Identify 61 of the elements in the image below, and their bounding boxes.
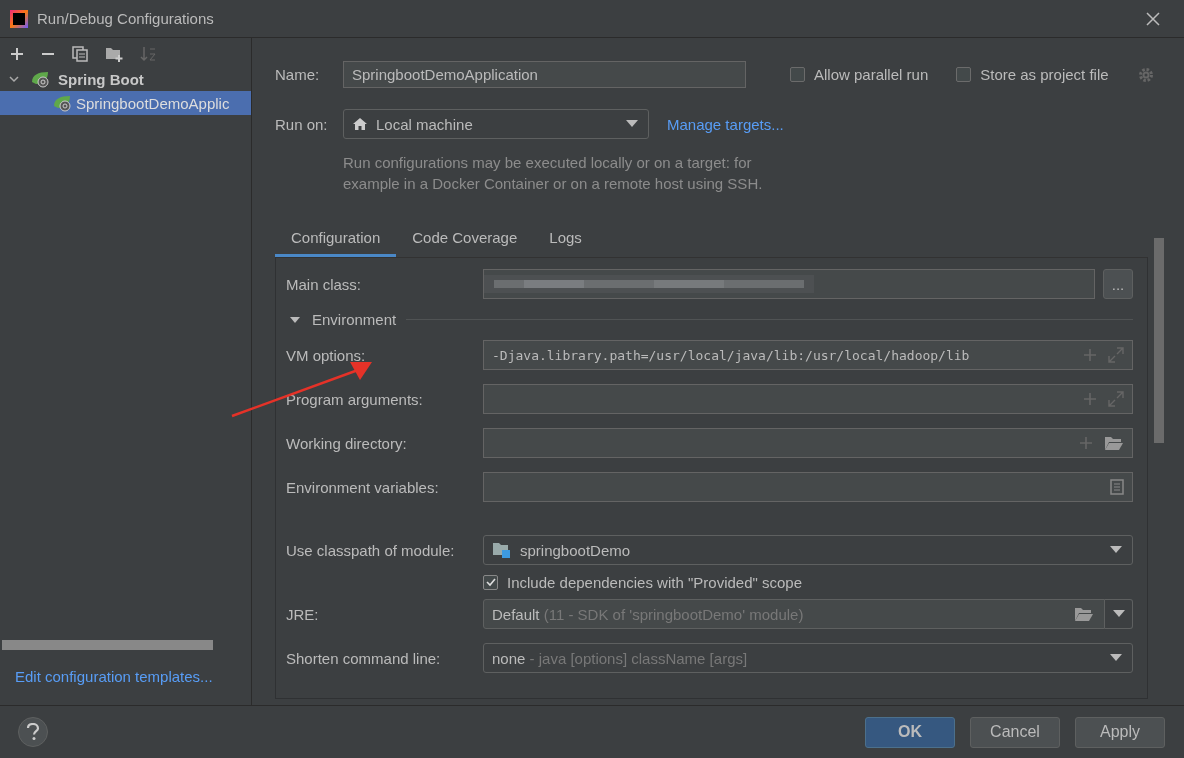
scrollbar[interactable] xyxy=(2,640,213,650)
field-label: VM options: xyxy=(286,346,367,364)
module-label: Use classpath of module: xyxy=(286,541,456,559)
checkbox[interactable]: Store as project file xyxy=(956,66,1109,83)
caret-icon xyxy=(1110,654,1122,662)
run-on-dropdown[interactable]: Local machine xyxy=(343,109,649,139)
main-class-field[interactable] xyxy=(483,269,1095,299)
help-button[interactable] xyxy=(18,717,48,747)
caret-icon xyxy=(290,314,300,325)
hint-text: Run configurations may be executed locally or on a target: for example in a Docker Container or on a remote host using SSH. xyxy=(343,153,764,194)
check-icon xyxy=(484,576,497,588)
new-folder-icon[interactable] xyxy=(105,45,123,62)
manage-targets-link[interactable]: Manage targets... xyxy=(667,115,784,133)
module-dropdown[interactable]: springbootDemo xyxy=(483,535,1133,565)
tab[interactable]: Configuration xyxy=(275,221,397,257)
expand-icon[interactable] xyxy=(1108,347,1124,363)
gear-icon[interactable] xyxy=(1136,65,1155,84)
checkbox[interactable]: Include dependencies with "Provided" scope xyxy=(483,573,802,591)
window-title: Run/Debug Configurations xyxy=(37,10,215,27)
close-icon[interactable] xyxy=(1146,11,1160,26)
scrollbar[interactable] xyxy=(1154,238,1164,443)
input-field[interactable] xyxy=(483,428,1133,458)
name-label: Name: xyxy=(275,66,321,83)
ok-button[interactable]: OK xyxy=(865,716,955,748)
caret-icon xyxy=(1112,610,1125,618)
copy-icon[interactable] xyxy=(72,45,88,62)
home-icon xyxy=(352,117,368,131)
input-field[interactable]: -Djava.library.path=/usr/local/java/lib:/usr/local/hadoop/lib xyxy=(483,340,1133,370)
input-field[interactable] xyxy=(483,472,1133,502)
dialog-button[interactable]: Apply xyxy=(1075,716,1165,748)
shorten-label: Shorten command line: xyxy=(286,649,442,667)
caret-icon xyxy=(626,120,638,128)
folder-icon[interactable] xyxy=(1074,606,1094,622)
edit-templates-link[interactable]: Edit configuration templates... xyxy=(15,668,251,685)
jre-label: JRE: xyxy=(286,605,320,623)
tree-item[interactable]: Spring Boot xyxy=(0,67,251,91)
tab[interactable]: Logs xyxy=(533,221,598,257)
input-field[interactable] xyxy=(483,384,1133,414)
caret-icon xyxy=(1110,546,1122,554)
tree-item[interactable]: SpringbootDemoApplic xyxy=(0,91,251,115)
field-label: Program arguments: xyxy=(286,390,424,408)
field-label: Environment variables: xyxy=(286,478,440,496)
module-folder-icon xyxy=(492,541,512,559)
shorten-dropdown[interactable]: none - java [options] className [args] xyxy=(483,643,1133,673)
sort-icon[interactable] xyxy=(140,45,158,62)
app-logo-icon xyxy=(10,9,28,28)
browse-button[interactable]: ... xyxy=(1103,269,1133,299)
dialog-button[interactable]: Cancel xyxy=(970,716,1060,748)
section-toggle[interactable]: Environment xyxy=(290,311,397,328)
chevron-icon[interactable] xyxy=(8,73,20,85)
name-field[interactable]: SpringbootDemoApplication xyxy=(343,61,746,88)
tab[interactable]: Code Coverage xyxy=(396,221,534,257)
question-mark-icon xyxy=(26,723,40,741)
run-on-label: Run on: xyxy=(275,115,329,133)
main-class-label: Main class: xyxy=(286,275,363,293)
document-icon[interactable] xyxy=(1110,479,1124,495)
folder-icon[interactable] xyxy=(1104,435,1124,451)
expand-icon[interactable] xyxy=(1108,391,1124,407)
checkbox[interactable]: Allow parallel run xyxy=(790,66,929,83)
dropdown-button[interactable] xyxy=(1105,599,1133,629)
field-label: Working directory: xyxy=(286,434,408,452)
